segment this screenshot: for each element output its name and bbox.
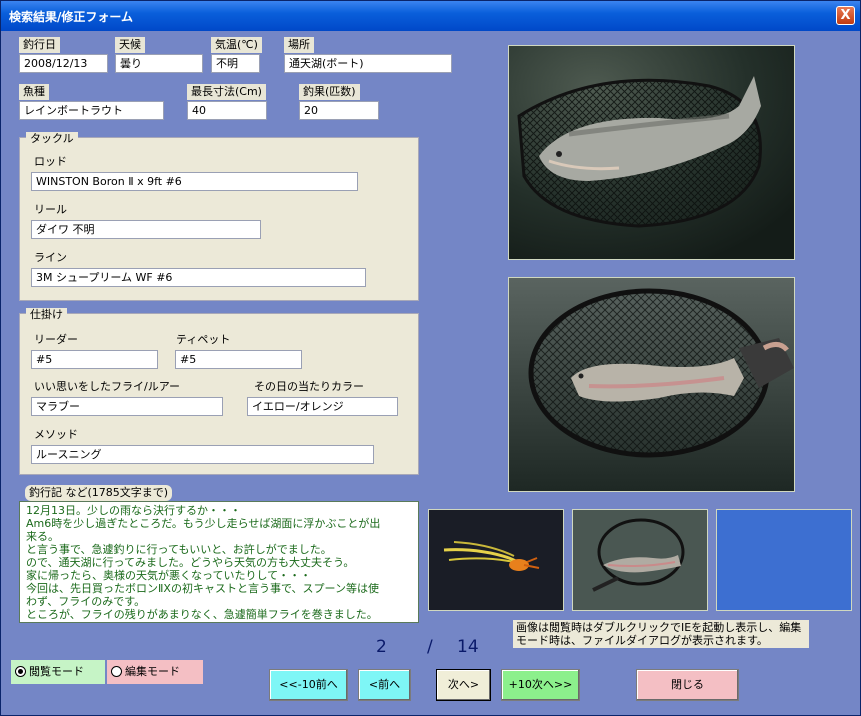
trout-net-image bbox=[509, 46, 794, 259]
thumbnail-2[interactable] bbox=[572, 509, 708, 611]
fish-field[interactable]: レインボートラウト bbox=[19, 101, 164, 120]
memo-line: 家に帰ったら、奥様の天気が悪くなっていたりして・・・ bbox=[26, 569, 312, 582]
main-photo-1[interactable] bbox=[508, 45, 795, 260]
rod-label: ロッド bbox=[30, 155, 71, 169]
main-photo-2[interactable] bbox=[508, 277, 795, 492]
rig-group: 仕掛け リーダー #5 ティペット #5 いい思いをしたフライ/ルアー マラブー… bbox=[19, 308, 419, 475]
current-page-number: 2 bbox=[376, 637, 387, 657]
total-page-count: 14 bbox=[457, 637, 479, 657]
next-button[interactable]: 次へ> bbox=[436, 669, 491, 701]
image-hint-line-2: モード時は、ファイルダイアログが表示されます。 bbox=[516, 634, 768, 647]
leader-label: リーダー bbox=[30, 333, 82, 347]
edit-mode-label: 編集モード bbox=[125, 665, 180, 678]
memo-line: Am6時を少し過ぎたところだ。もう少し走らせば湖面に浮かぶことが出 bbox=[26, 517, 381, 530]
color-label: その日の当たりカラー bbox=[250, 380, 368, 394]
image-hint-note: 画像は閲覧時はダブルクリックでIEを起動し表示し、編集 モード時は、ファイルダイ… bbox=[513, 620, 809, 648]
memo-line: 来る。 bbox=[26, 530, 59, 543]
memo-line: わず、フライのみです。 bbox=[26, 595, 146, 608]
line-label: ライン bbox=[30, 251, 71, 265]
leader-field[interactable]: #5 bbox=[31, 350, 158, 369]
method-label: メソッド bbox=[30, 428, 82, 442]
thumbnail-1[interactable] bbox=[428, 509, 564, 611]
reel-label: リール bbox=[30, 203, 71, 217]
weather-label: 天候 bbox=[115, 37, 145, 53]
memo-line: と言う事で、急遽釣りに行ってもいいと、お許しがでました。 bbox=[26, 543, 332, 556]
title-bar: 検索結果/修正フォーム X bbox=[1, 1, 860, 31]
radio-unselected-icon bbox=[111, 666, 122, 677]
prev-button[interactable]: <前へ bbox=[358, 669, 411, 701]
tackle-group-title: タックル bbox=[26, 132, 78, 146]
image-hint-line-1: 画像は閲覧時はダブルクリックでIEを起動し表示し、編集 bbox=[516, 621, 802, 634]
window-title: 検索結果/修正フォーム bbox=[9, 10, 134, 24]
close-window-button[interactable]: X bbox=[836, 6, 855, 25]
fish-label: 魚種 bbox=[19, 84, 49, 100]
line-field[interactable]: 3M シュープリーム WF #6 bbox=[31, 268, 366, 287]
radio-selected-icon bbox=[15, 666, 26, 677]
reel-field[interactable]: ダイワ 不明 bbox=[31, 220, 261, 239]
thumbnail-3[interactable] bbox=[716, 509, 852, 611]
fly-label: いい思いをしたフライ/ルアー bbox=[30, 380, 185, 394]
prev-10-button[interactable]: <<-10前へ bbox=[269, 669, 348, 701]
color-field[interactable]: イエロー/オレンジ bbox=[247, 397, 398, 416]
maxsize-field[interactable]: 40 bbox=[187, 101, 267, 120]
memo-line: ので、通天湖に行ってみました。どうやら天気の方も大丈夫そう。 bbox=[26, 556, 355, 569]
edit-mode-radio[interactable]: 編集モード bbox=[107, 660, 203, 684]
memo-label: 釣行記 など(1785文字まで) bbox=[25, 485, 173, 501]
view-mode-radio[interactable]: 閲覧モード bbox=[11, 660, 105, 684]
maxsize-label: 最長寸法(Cm) bbox=[187, 84, 266, 100]
catch-field[interactable]: 20 bbox=[299, 101, 379, 120]
tackle-group: タックル ロッド WINSTON Boron Ⅱ x 9ft #6 リール ダイ… bbox=[19, 132, 419, 301]
form-window: 検索結果/修正フォーム X 釣行日 2008/12/13 天候 曇り 気温(℃)… bbox=[0, 0, 861, 716]
close-button[interactable]: 閉じる bbox=[636, 669, 739, 701]
tippet-label: ティペット bbox=[172, 333, 235, 347]
memo-line: ところが、フライの残りがあまりなく、急遽簡単フライを巻きました。 bbox=[26, 608, 378, 621]
place-label: 場所 bbox=[284, 37, 314, 53]
fly-field[interactable]: マラブー bbox=[31, 397, 223, 416]
date-label: 釣行日 bbox=[19, 37, 60, 53]
view-mode-label: 閲覧モード bbox=[29, 665, 84, 678]
rig-group-title: 仕掛け bbox=[26, 308, 67, 322]
date-field[interactable]: 2008/12/13 bbox=[19, 54, 108, 73]
memo-line: 今回は、先日買ったボロンⅡXの初キャストと言う事で、スプーン等は使 bbox=[26, 582, 379, 595]
tippet-field[interactable]: #5 bbox=[175, 350, 302, 369]
rainbow-trout-image bbox=[509, 278, 794, 491]
net-thumbnail-image bbox=[573, 510, 707, 610]
temp-field[interactable]: 不明 bbox=[211, 54, 260, 73]
temp-label: 気温(℃) bbox=[211, 37, 262, 53]
rod-field[interactable]: WINSTON Boron Ⅱ x 9ft #6 bbox=[31, 172, 358, 191]
place-field[interactable]: 通天湖(ボート) bbox=[284, 54, 452, 73]
fly-thumbnail-image bbox=[429, 510, 563, 610]
next-10-button[interactable]: +10次へ>> bbox=[501, 669, 580, 701]
catch-label: 釣果(匹数) bbox=[299, 84, 360, 100]
method-field[interactable]: ルースニング bbox=[31, 445, 374, 464]
memo-line: 12月13日。少しの雨なら決行するか・・・ bbox=[26, 504, 241, 517]
weather-field[interactable]: 曇り bbox=[115, 54, 203, 73]
page-separator: / bbox=[427, 637, 433, 657]
memo-textarea[interactable]: 12月13日。少しの雨なら決行するか・・・ Am6時を少し過ぎたところだ。もう少… bbox=[19, 501, 419, 623]
